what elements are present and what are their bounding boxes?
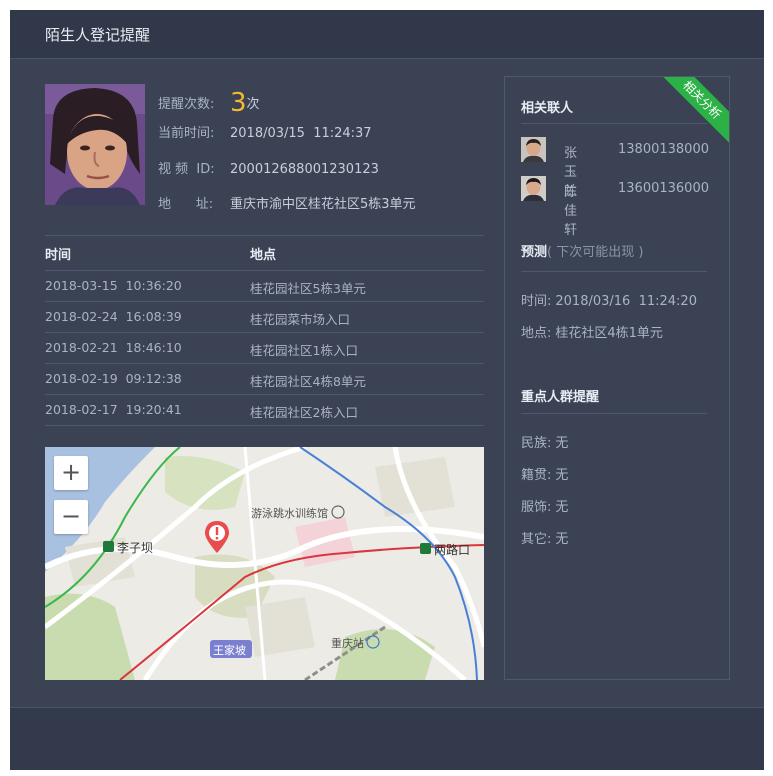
predict-time-row: 时间: 2018/03/16 11:24:20 (521, 290, 697, 309)
predict-time-label: 时间: (521, 294, 552, 309)
alert-count-label: 提醒次数: (158, 97, 215, 112)
row-time: 2018-02-19 09:12:38 (45, 371, 182, 386)
contact-phone: 13800138000 (618, 142, 709, 157)
focus-label: 服饰: (521, 500, 552, 515)
focus-label: 籍贯: (521, 468, 552, 483)
history-col-place: 地点 (250, 248, 277, 263)
predict-place-value: 桂花社区4栋1单元 (555, 326, 663, 341)
divider (521, 123, 707, 124)
focus-row: 籍贯: 无 (521, 464, 568, 483)
person-photo (45, 84, 145, 205)
row-place: 桂花园社区2栋入口 (250, 405, 358, 420)
contacts-title: 相关联人 (521, 101, 574, 116)
alert-count-row: 提醒次数: 3次 (158, 88, 260, 118)
map-label-wangjia: 王家坡 (213, 644, 246, 657)
alert-count-unit: 次 (246, 97, 260, 112)
focus-value: 无 (555, 500, 569, 515)
row-place: 桂花园社区1栋入口 (250, 343, 358, 358)
map-label-lianglu: 两路口 (434, 543, 471, 557)
row-time: 2018-02-24 16:08:39 (45, 309, 182, 324)
predict-time-value: 2018/03/16 11:24:20 (555, 294, 697, 309)
zoom-in-button[interactable]: + (54, 456, 88, 490)
video-id-label: 视 频 ID: (158, 162, 215, 177)
focus-value: 无 (555, 532, 569, 547)
table-row[interactable]: 2018-02-19 09:12:38 桂花园社区4栋8单元 (45, 363, 484, 395)
contact-name: 陈佳轩 (564, 185, 578, 238)
address-value: 重庆市渝中区桂花社区5栋3单元 (230, 197, 416, 212)
history-table-header: 时间 地点 (45, 235, 484, 271)
focus-row: 民族: 无 (521, 432, 568, 451)
predict-place-row: 地点: 桂花社区4栋1单元 (521, 322, 663, 341)
avatar (521, 176, 546, 201)
current-time-row: 当前时间: 2018/03/15 11:24:37 (158, 122, 372, 141)
address-label: 地 址: (158, 197, 214, 212)
stranger-alert-dialog: 陌生人登记提醒 提醒次数: 3次 当前时间: 2018/03/15 11:24:37… (10, 10, 764, 770)
focus-value: 无 (555, 468, 569, 483)
table-row[interactable]: 2018-03-15 10:36:20 桂花园社区5栋3单元 (45, 270, 484, 302)
divider (521, 271, 707, 272)
focus-title: 重点人群提醒 (521, 390, 600, 405)
row-place: 桂花园菜市场入口 (250, 312, 351, 327)
related-analysis-ribbon[interactable]: 相关分析 (655, 77, 729, 147)
predict-subtitle: ( 下次可能出现 ) (547, 245, 644, 260)
video-id-value: 200012688001230123 (230, 162, 379, 177)
avatar (521, 137, 546, 162)
row-time: 2018-02-17 19:20:41 (45, 402, 182, 417)
map-label-swim: 游泳跳水训练馆 (251, 507, 328, 520)
row-time: 2018-02-21 18:46:10 (45, 340, 182, 355)
focus-row: 服饰: 无 (521, 496, 568, 515)
map-label-lizi: 李子坝 (117, 541, 154, 555)
dialog-title: 陌生人登记提醒 (45, 26, 151, 44)
dialog-header: 陌生人登记提醒 (10, 10, 764, 59)
address-row: 地 址: 重庆市渝中区桂花社区5栋3单元 (158, 193, 416, 212)
table-row[interactable]: 2018-02-17 19:20:41 桂花园社区2栋入口 (45, 394, 484, 426)
contact-phone: 13600136000 (618, 181, 709, 196)
dialog-footer (10, 707, 764, 770)
focus-value: 无 (555, 436, 569, 451)
map-label-station: 重庆站 (331, 637, 364, 650)
predict-title: 预测( 下次可能出现 ) (521, 241, 643, 260)
row-place: 桂花园社区5栋3单元 (250, 281, 366, 296)
related-panel: 相关分析 相关联人 张玉兰 13800138000 陈佳轩 1360013600… (504, 76, 730, 680)
history-col-time: 时间 (45, 248, 72, 263)
divider (521, 413, 707, 414)
row-place: 桂花园社区4栋8单元 (250, 374, 366, 389)
predict-place-label: 地点: (521, 326, 552, 341)
focus-label: 民族: (521, 436, 552, 451)
alert-count-value: 3 (230, 88, 247, 118)
video-id-row: 视 频 ID: 200012688001230123 (158, 158, 379, 177)
focus-row: 其它: 无 (521, 528, 568, 547)
table-row[interactable]: 2018-02-21 18:46:10 桂花园社区1栋入口 (45, 332, 484, 364)
zoom-out-button[interactable]: − (54, 500, 88, 534)
focus-label: 其它: (521, 532, 552, 547)
location-map[interactable]: + − 李子坝 游泳跳水训练馆 两路口 王家坡 重庆站 (45, 447, 484, 680)
current-time-label: 当前时间: (158, 126, 215, 141)
predict-title-text: 预测 (521, 245, 548, 260)
current-time-value: 2018/03/15 11:24:37 (230, 126, 372, 141)
row-time: 2018-03-15 10:36:20 (45, 278, 182, 293)
table-row[interactable]: 2018-02-24 16:08:39 桂花园菜市场入口 (45, 301, 484, 333)
